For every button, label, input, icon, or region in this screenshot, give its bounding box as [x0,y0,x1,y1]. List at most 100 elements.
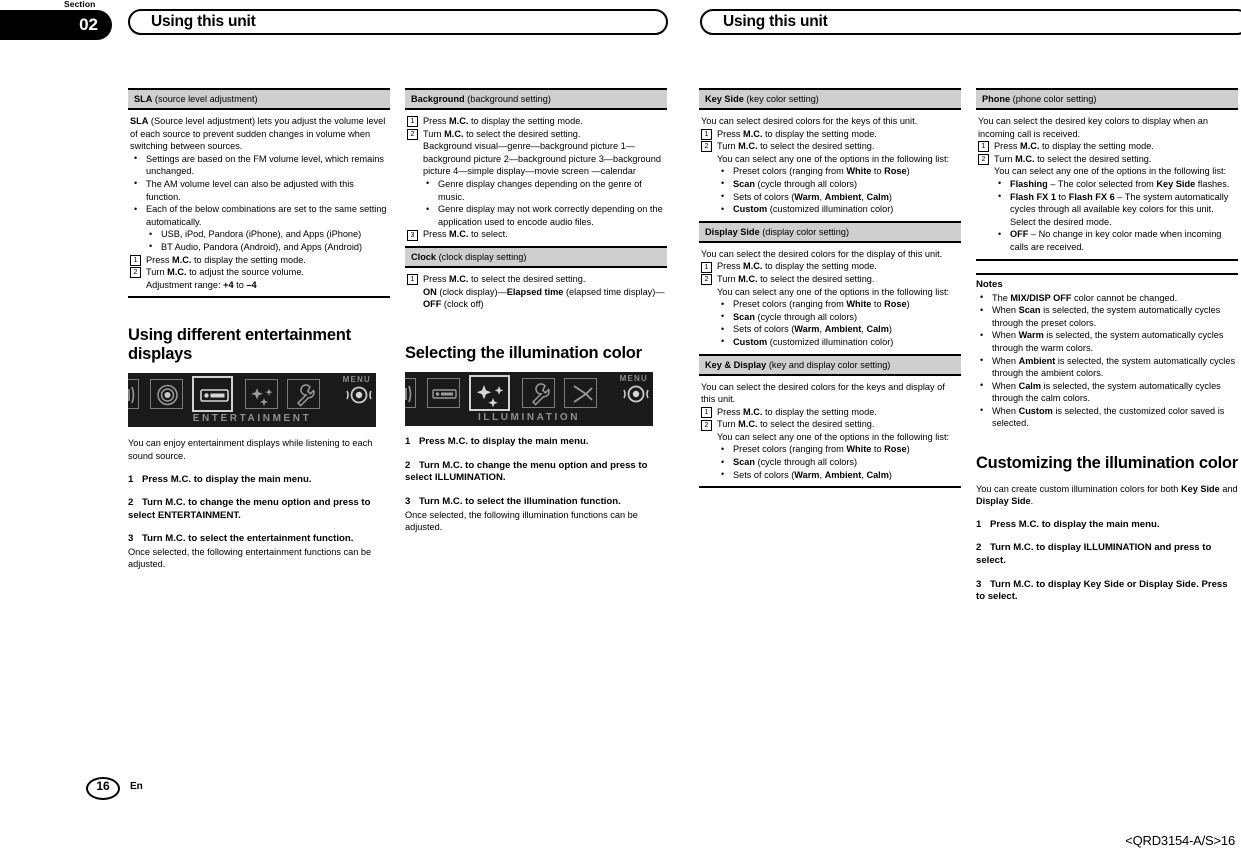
clock-step-1: 1 Press M.C. to select the desired setti… [407,273,665,286]
sla-step-1: 1 Press M.C. to display the setting mode… [130,254,388,267]
step-number: 2 [701,419,712,431]
step-text: Turn M.C. to select the desired setting. [717,141,875,152]
step-text: Press M.C. to select the desired setting… [423,273,586,284]
setting-body-background: 1 Press M.C. to display the setting mode… [405,110,667,248]
setting-bar-sla-desc: (source level adjustment) [152,94,258,104]
step-text: Press M.C. to display the setting mode. [717,261,877,272]
page-title-right: Using this unit [700,9,1241,35]
step-number: 3 [405,496,411,507]
setting-bar-clock: Clock (clock display setting) [405,247,667,268]
note-item: When Ambient is selected, the system aut… [976,354,1238,380]
language-code: En [130,781,143,792]
illumination-icon [245,379,278,410]
step-number: 1 [128,473,134,485]
section-number: 02 [79,15,98,34]
setting-bar-key-display-name: Key & Display [705,359,767,370]
entertainment-display-image: MENU ENTERTAINMENT [128,373,376,428]
note-item: When Custom is selected, the customized … [976,404,1238,430]
illumination-display-image: MENU ILLUMINATION [405,372,653,427]
step-text: Press M.C. to display the main menu. [142,473,312,485]
display-side-intro: You can select the desired colors for th… [701,248,943,259]
setting-block-display-side: Display Side (display color setting) You… [699,222,961,356]
setting-bar-background: Background (background setting) [405,88,667,110]
customizing-step-1: 1 Press M.C. to display the main menu. [976,519,1238,532]
step-number: 1 [701,261,712,273]
entertainment-step-3: 3 Turn M.C. to select the entertainment f… [128,533,390,546]
sound-icon [405,378,416,409]
display-side-step-2: 2 Turn M.C. to select the desired settin… [701,273,959,286]
entertainment-step-2: 2 Turn M.C. to change the menu option and… [128,497,390,522]
dial-icon [346,386,372,404]
setting-bar-phone-name: Phone [982,94,1011,104]
step-text: Press M.C. to display the main menu. [990,518,1160,530]
setting-block-sla: SLA (source level adjustment) SLA (Sourc… [128,88,390,299]
key-side-option: Sets of colors (Warm, Ambient, Calm) [701,190,959,204]
step-number: 2 [976,542,982,554]
step-number: 1 [407,116,418,128]
step-number: 1 [405,436,411,448]
setting-block-phone: Phone (phone color setting) You can sele… [976,88,1238,261]
wrench-icon [522,378,555,409]
step-number: 2 [701,141,712,153]
display-side-step-1: 1 Press M.C. to display the setting mode… [701,260,959,273]
step-text: Press M.C. to select. [423,229,508,240]
customizing-step-3: 3 Turn M.C. to display Key Side or Displa… [976,579,1238,604]
setting-bar-phone-desc: (phone color setting) [1010,94,1097,104]
phone-step-2: 2 Turn M.C. to select the desired settin… [978,153,1236,166]
step-number: 1 [978,141,989,153]
phone-step-1: 1 Press M.C. to display the setting mode… [978,140,1236,153]
column-2: Background (background setting) 1 Press … [405,88,667,534]
step-text: Turn M.C. to change the menu option and … [405,459,648,484]
display-side-option: Preset colors (ranging from White to Ros… [701,298,959,311]
entertainment-intro: You can enjoy entertainment displays whi… [128,438,373,461]
step-text: Turn M.C. to select the desired setting. [717,273,875,284]
step-text: Press M.C. to display the setting mode. [717,128,877,139]
entertainment-after-text: Once selected, the following entertainme… [128,546,372,570]
setting-bar-sla: SLA (source level adjustment) [128,88,390,110]
setting-bar-display-side: Display Side (display color setting) [699,222,961,243]
step-text: Turn M.C. to select the desired setting. [423,128,581,139]
step-text: Press M.C. to display the setting mode. [423,116,583,126]
speaker-icon [128,379,139,410]
step-number: 2 [128,497,134,509]
key-display-intro: You can select the desired colors for th… [701,381,945,405]
step-text: Turn M.C. to display Key Side or Display… [976,578,1228,603]
sla-subbullet: BT Audio, Pandora (Android), and Apps (A… [130,240,388,254]
setting-bar-background-name: Background [411,94,465,104]
display-side-option: Custom (customized illumination color) [701,335,959,349]
setting-block-key-display: Key & Display (key and display color set… [699,355,961,489]
customizing-intro: You can create custom illumination color… [976,483,1238,507]
notes-divider [976,272,1238,275]
setting-body-key-side: You can select desired colors for the ke… [699,110,961,223]
setting-bar-key-side: Key Side (key color setting) [699,88,961,110]
illumination-step-2: 2 Turn M.C. to change the menu option and… [405,460,667,485]
display-side-option: Sets of colors (Warm, Ambient, Calm) [701,323,959,336]
key-side-step-2-sub: You can select any one of the options in… [717,153,950,164]
step-number: 3 [976,578,982,590]
step-number: 2 [405,459,411,471]
background-step-3: 3 Press M.C. to select. [407,228,665,241]
step-number: 1 [407,274,418,286]
sla-bullet: The AM volume level can also be adjusted… [130,177,388,203]
sla-subbullet: USB, iPod, Pandora (iPhone), and Apps (i… [130,228,388,241]
note-item: The MIX/DISP OFF color cannot be changed… [976,291,1238,305]
heading-illumination-color: Selecting the illumination color [405,343,642,362]
step-text: Turn M.C. to select the illumination fun… [419,496,621,507]
column-4: Phone (phone color setting) You can sele… [976,88,1238,604]
background-step-2: 2 Turn M.C. to select the desired settin… [407,128,665,141]
key-side-intro: You can select desired colors for the ke… [701,116,918,126]
setting-body-phone: You can select the desired key colors to… [976,110,1238,261]
heading-customizing-illumination-color: Customizing the illumination color [976,454,1238,473]
setting-body-sla: SLA (Source level adjustment) lets you a… [128,110,390,299]
setting-body-display-side: You can select the desired colors for th… [699,243,961,356]
key-display-option: Sets of colors (Warm, Ambient, Calm) [701,468,959,482]
key-display-step-2-sub: You can select any one of the options in… [717,431,950,442]
screen-caption: ILLUMINATION [477,411,581,423]
setting-bar-key-side-name: Key Side [705,94,744,104]
note-item: When Scan is selected, the system automa… [976,304,1238,329]
page-title-left: Using this unit [128,9,668,35]
setting-bar-display-side-name: Display Side [705,226,760,237]
heading-entertainment-displays: Using different entertainment displays [128,326,351,363]
background-bullet: Genre display may not work correctly dep… [407,203,665,228]
page-title-right-text: Using this unit [723,13,828,30]
